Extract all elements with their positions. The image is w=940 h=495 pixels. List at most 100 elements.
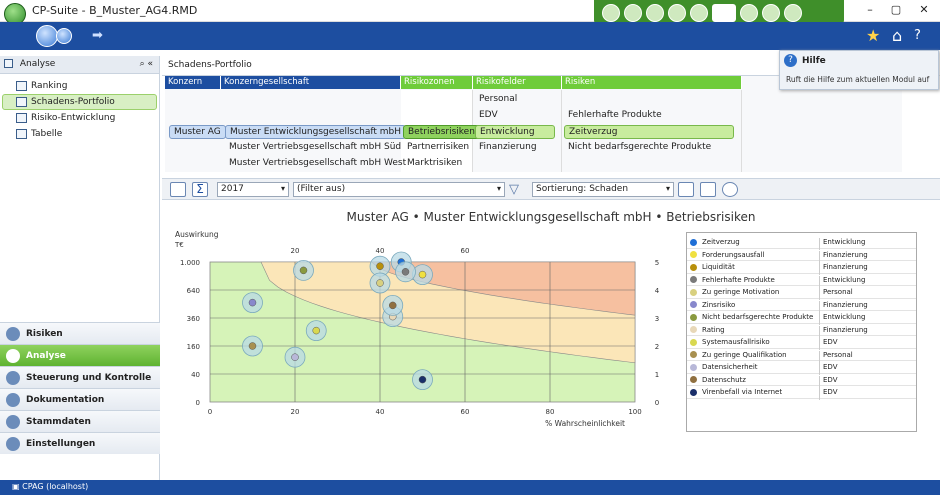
x-tick-label: 40: [376, 408, 385, 416]
x-top-tick-label: 20: [291, 247, 300, 255]
chip-risiko-0[interactable]: Fehlerhafte Produkte: [564, 109, 666, 123]
y-tick-label: 640: [187, 287, 200, 295]
analysis-icon: [4, 59, 13, 68]
sum-icon[interactable]: Σ: [192, 182, 208, 197]
legend-name: Zu geringe Qualifikation: [702, 350, 787, 359]
y-tick-label: 360: [187, 315, 200, 323]
module-steuerung[interactable]: Steuerung und Kontrolle: [0, 366, 160, 388]
forward-icon[interactable]: [56, 28, 72, 44]
data-point: [376, 262, 384, 270]
module-analyse[interactable]: Analyse: [0, 344, 160, 366]
maximize-button[interactable]: ▢: [884, 3, 908, 16]
chip-risiko-2[interactable]: Nicht bedarfsgerechte Produkte: [564, 141, 715, 155]
legend-row: Datenschutz EDV: [687, 374, 916, 388]
help-icon[interactable]: ?: [914, 28, 921, 43]
star-icon[interactable]: ★: [866, 26, 880, 45]
chip-feld-1[interactable]: EDV: [475, 109, 502, 123]
chip-zone-2[interactable]: Marktrisiken: [403, 157, 466, 171]
globe-icon[interactable]: [722, 182, 738, 197]
home-icon[interactable]: ⌂: [892, 26, 902, 45]
data-point: [248, 342, 257, 350]
gear-icon[interactable]: [740, 4, 758, 22]
x-axis-label: % Wahrscheinlichkeit: [545, 419, 625, 428]
table-icon: [16, 129, 27, 139]
server-icon: ▣: [12, 482, 23, 491]
title-bar: CP-Suite - B_Muster_AG4.RMD – ▢ ✕: [0, 0, 940, 26]
user-icon[interactable]: [784, 4, 802, 22]
sidebar-item-tabelle[interactable]: Tabelle: [0, 126, 159, 142]
legend-dot: [690, 351, 697, 358]
y-right-tick-label: 2: [655, 343, 659, 351]
data-point: [418, 270, 427, 279]
funnel-icon[interactable]: ▽: [509, 182, 519, 197]
chart-toolbar: Σ 2017 ▾ (Filter aus) ▾ ▽ Sortierung: Scha…: [162, 178, 940, 200]
help-text: Ruft die Hilfe zum aktuellen Modul auf: [786, 75, 930, 84]
module-list: Risiken Analyse Steuerung und Kontrolle …: [0, 322, 160, 454]
chart-legend: Zeitverzug Entwicklung Forderungsausfall Fi…: [686, 232, 917, 432]
sidebar-item-ranking[interactable]: Ranking: [0, 78, 159, 94]
double-arrow-icon[interactable]: ➡: [92, 28, 103, 43]
legend-name: Zu geringe Motivation: [702, 288, 780, 296]
chip-feld-3[interactable]: Finanzierung: [475, 141, 541, 155]
legend-row: Fehlerhafte Produkte Entwicklung: [687, 274, 916, 288]
copy-icon[interactable]: [700, 182, 716, 197]
leaf-icon[interactable]: [646, 4, 664, 22]
data-point: [248, 298, 257, 307]
x-tick-label: 80: [546, 408, 555, 416]
status-bar: ▣ CPAG (localhost): [0, 480, 940, 495]
legend-name: Zeitverzug: [702, 238, 740, 246]
chevron-down-icon: ▾: [496, 184, 501, 193]
chip-konzern[interactable]: Muster AG: [169, 125, 226, 139]
close-button[interactable]: ✕: [912, 3, 936, 16]
window-title: CP-Suite - B_Muster_AG4.RMD: [32, 4, 198, 17]
chip-gesellschaft-0[interactable]: Muster Entwicklungsgesellschaft mbH: [225, 125, 407, 139]
chip-risiko-1[interactable]: Zeitverzug: [564, 125, 734, 139]
money-icon[interactable]: [668, 4, 686, 22]
chip-gesellschaft-1[interactable]: Muster Vertriebsgesellschaft mbH Süd: [225, 141, 405, 155]
y-tick-label: 0: [196, 399, 200, 407]
year-select[interactable]: 2017 ▾: [217, 182, 289, 197]
portfolio-chart: Muster AG • Muster Entwicklungsgesellsch…: [162, 202, 940, 480]
filter-select[interactable]: (Filter aus) ▾: [293, 182, 505, 197]
bug-icon[interactable]: [624, 4, 642, 22]
chip-zone-0[interactable]: Betriebsrisiken: [403, 125, 480, 139]
module-dokumentation[interactable]: Dokumentation: [0, 388, 160, 410]
portfolio-icon: [16, 97, 27, 107]
module-risiken[interactable]: Risiken: [0, 322, 160, 344]
lifebuoy-icon[interactable]: [712, 4, 736, 22]
dim-header-zonen: Risikozonen: [401, 76, 473, 89]
chip-zone-1[interactable]: Partnerrisiken: [403, 141, 473, 155]
legend-dot: [690, 263, 697, 271]
help-title: Hilfe: [802, 56, 826, 66]
layout-icon[interactable]: [170, 182, 186, 197]
number-icon[interactable]: [678, 182, 694, 197]
x-tick-label: 0: [208, 408, 212, 416]
sidebar-item-risiko-entwicklung[interactable]: Risiko-Entwicklung: [0, 110, 159, 126]
compass-icon[interactable]: [762, 4, 780, 22]
back-icon[interactable]: [36, 25, 58, 47]
chip-gesellschaft-2[interactable]: Muster Vertriebsgesellschaft mbH West: [225, 157, 410, 171]
legend-row: Nicht bedarfsgerechte Produkte Entwicklun…: [687, 311, 916, 325]
chip-feld-2[interactable]: Entwicklung: [475, 125, 555, 139]
globe-icon[interactable]: [690, 4, 708, 22]
legend-row: Forderungsausfall Finanzierung: [687, 249, 916, 263]
legend-dot: [690, 376, 697, 383]
pin-collapse-icon[interactable]: ⌕ «: [140, 59, 153, 69]
chip-feld-0[interactable]: Personal: [475, 93, 521, 107]
legend-category: EDV: [819, 388, 837, 400]
module-einstellungen[interactable]: Einstellungen: [0, 432, 160, 454]
dim-header-konzern: Konzern: [165, 76, 221, 89]
chevron-down-icon: ▾: [665, 184, 670, 193]
sidebar-item-schadens-portfolio[interactable]: Schadens-Portfolio: [2, 94, 157, 110]
legend-row: Virenbefall via Internet EDV: [687, 386, 916, 400]
legend-name: Liquidität: [702, 263, 735, 271]
module-stammdaten[interactable]: Stammdaten: [0, 410, 160, 432]
legend-name: Systemausfallrisiko: [702, 338, 770, 346]
minimize-button[interactable]: –: [858, 3, 882, 16]
y-right-tick-label: 5: [655, 259, 659, 267]
legend-dot: [690, 251, 697, 258]
y-axis-label: Auswirkung: [175, 230, 219, 239]
sort-select[interactable]: Sortierung: Schaden ▾: [532, 182, 674, 197]
clock-icon[interactable]: [602, 4, 620, 22]
navigation-bar: ➡ ★ ⌂ ?: [0, 22, 940, 50]
